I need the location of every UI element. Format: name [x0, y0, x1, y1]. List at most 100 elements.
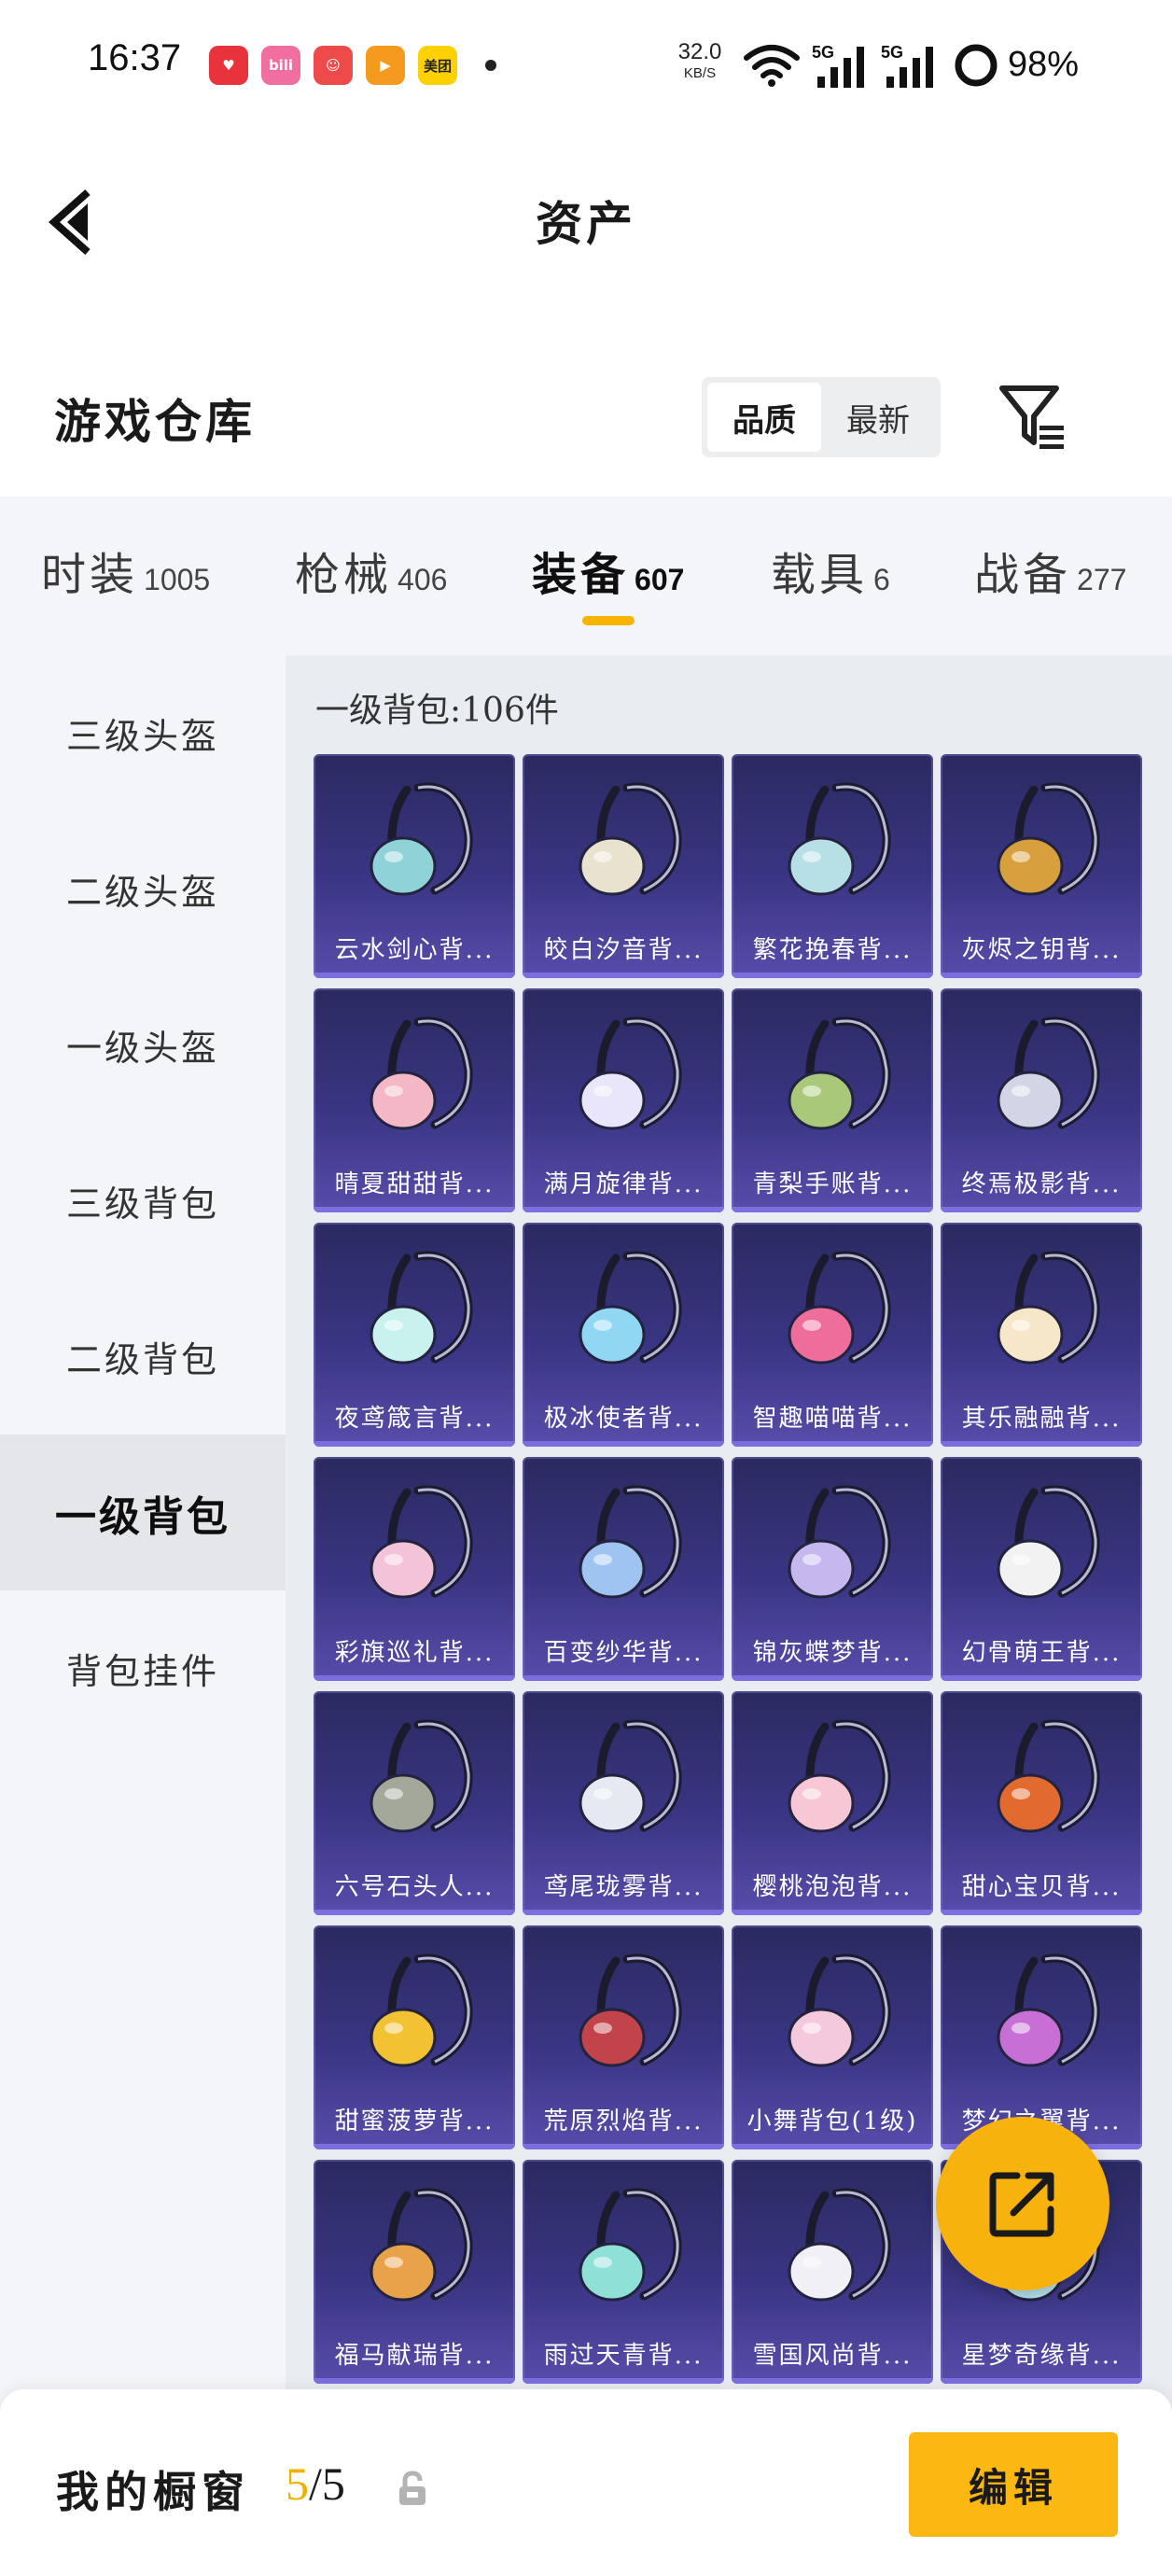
sidebar-item-level2-backpack[interactable]: 二级背包 [0, 1279, 286, 1435]
status-time: 16:37 [88, 37, 182, 78]
item-name: 小舞背包(1级) [746, 2107, 918, 2135]
network-speed-value: 32.0 [677, 39, 722, 64]
backpack-item-card[interactable]: 小舞背包(1级) [732, 1925, 933, 2149]
filter-icon[interactable] [997, 381, 1069, 454]
backpack-item-card[interactable]: 终焉极影背... [941, 988, 1142, 1212]
sort-latest-button[interactable]: 最新 [821, 383, 935, 452]
backpack-icon [579, 1251, 682, 1365]
tab-label: 枪械 [295, 549, 393, 601]
backpack-item-card[interactable]: 晴夏甜甜背... [314, 988, 515, 1212]
showcase-label: 我的橱窗 [56, 2467, 250, 2517]
showcase-total: /5 [309, 2457, 345, 2510]
backpack-icon [788, 1016, 891, 1130]
sidebar-item-level2-helmet[interactable]: 二级头盔 [0, 811, 286, 967]
item-name: 百变纱华背... [543, 1639, 704, 1667]
backpack-item-card[interactable]: 皎白汐音背... [523, 754, 724, 978]
backpack-icon [579, 1719, 682, 1833]
app-heart-icon: ♥ [209, 46, 248, 85]
network-speed: 32.0 KB/S [672, 39, 728, 81]
backpack-icon [788, 782, 891, 896]
backpack-item-card[interactable]: 雨过天青背... [523, 2160, 724, 2384]
backpack-icon [788, 2188, 891, 2302]
backpack-item-card[interactable]: 极冰使者背... [523, 1223, 724, 1447]
backpack-icon [579, 1485, 682, 1599]
backpack-item-card[interactable]: 云水剑心背... [314, 754, 515, 978]
signal-5g-icon: 5G [812, 43, 864, 88]
item-name: 晴夏甜甜背... [334, 1170, 495, 1198]
backpack-item-card[interactable]: 幻骨萌王背... [941, 1457, 1142, 1681]
item-name: 六号石头人... [334, 1873, 495, 1901]
tab-combat-gear[interactable]: 战备 277 [974, 538, 1126, 603]
backpack-item-card[interactable]: 智趣喵喵背... [732, 1223, 933, 1447]
item-name: 彩旗巡礼背... [334, 1639, 495, 1667]
edit-button[interactable]: 编辑 [909, 2432, 1118, 2537]
backpack-icon [370, 1485, 473, 1599]
tab-label: 装备 [532, 549, 630, 601]
tab-weapons[interactable]: 枪械 406 [295, 538, 447, 603]
backpack-item-card[interactable]: 福马献瑞背... [314, 2160, 515, 2384]
backpack-icon [788, 1251, 891, 1365]
item-name: 星梦奇缘背... [961, 2342, 1122, 2370]
lock-icon [399, 2471, 426, 2505]
tab-vehicles[interactable]: 载具 6 [771, 538, 890, 603]
backpack-item-card[interactable]: 其乐融融背... [941, 1223, 1142, 1447]
backpack-item-card[interactable]: 荒原烈焰背... [523, 1925, 724, 2149]
backpack-icon [997, 782, 1100, 896]
battery-percent: 98% [1008, 45, 1080, 84]
backpack-icon [788, 1719, 891, 1833]
category-tabs: 时装 1005 枪械 406 装备 607 载具 6 战备 277 [0, 497, 1172, 655]
item-name: 幻骨萌王背... [961, 1639, 1122, 1667]
backpack-item-card[interactable]: 梦幻之翼背... [941, 1925, 1142, 2149]
showcase-bar: 我的橱窗 5/5 编辑 [0, 2389, 1172, 2576]
backpack-item-card[interactable]: 青梨手账背... [732, 988, 933, 1212]
backpack-item-card[interactable]: 鸢尾珑雾背... [523, 1691, 724, 1915]
share-icon [989, 2172, 1054, 2237]
item-count-label: 一级背包:106件 [315, 692, 559, 730]
sort-quality-button[interactable]: 品质 [707, 383, 821, 452]
backpack-item-card[interactable]: 锦灰蝶梦背... [732, 1457, 933, 1681]
sidebar-item-backpack-charm[interactable]: 背包挂件 [0, 1590, 286, 1746]
backpack-item-card[interactable]: 满月旋律背... [523, 988, 724, 1212]
backpack-icon [579, 1953, 682, 2067]
page-title: 资产 [536, 196, 636, 251]
item-name: 智趣喵喵背... [752, 1405, 913, 1433]
warehouse-title: 游戏仓库 [54, 394, 256, 449]
item-name: 满月旋律背... [543, 1170, 704, 1198]
tab-equipment[interactable]: 装备 607 [532, 538, 684, 603]
item-name: 雪国风尚背... [752, 2342, 913, 2370]
backpack-item-card[interactable]: 甜心宝贝背... [941, 1691, 1142, 1915]
backpack-icon [370, 782, 473, 896]
sidebar-item-level1-helmet[interactable]: 一级头盔 [0, 967, 286, 1123]
backpack-icon [997, 1251, 1100, 1365]
bilibili-icon: bili [261, 46, 300, 85]
sidebar-item-level1-backpack[interactable]: 一级背包 [0, 1435, 286, 1590]
item-name: 锦灰蝶梦背... [752, 1639, 913, 1667]
backpack-item-card[interactable]: 繁花挽春背... [732, 754, 933, 978]
backpack-item-card[interactable]: 彩旗巡礼背... [314, 1457, 515, 1681]
sim1-label: 5G [812, 43, 834, 62]
item-name: 皎白汐音背... [543, 936, 704, 964]
backpack-item-card[interactable]: 雪国风尚背... [732, 2160, 933, 2384]
backpack-item-card[interactable]: 百变纱华背... [523, 1457, 724, 1681]
backpack-item-card[interactable]: 六号石头人... [314, 1691, 515, 1915]
item-name: 雨过天青背... [543, 2342, 704, 2370]
status-bar: 16:37 ♥ bili ☺ ▶ 美团 32.0 KB/S 5G 5G 98% [0, 0, 1172, 131]
backpack-item-card[interactable]: 灰烬之钥背... [941, 754, 1142, 978]
item-name: 鸢尾珑雾背... [543, 1873, 704, 1901]
item-name: 青梨手账背... [752, 1170, 913, 1198]
backpack-icon [579, 782, 682, 896]
active-tab-indicator [582, 616, 635, 625]
item-name: 甜心宝贝背... [961, 1873, 1122, 1901]
backpack-item-card[interactable]: 夜鸢箴言背... [314, 1223, 515, 1447]
backpack-icon [370, 2188, 473, 2302]
backpack-item-card[interactable]: 甜蜜菠萝背... [314, 1925, 515, 2149]
share-button[interactable] [936, 2117, 1109, 2290]
backpack-item-card[interactable]: 樱桃泡泡背... [732, 1691, 933, 1915]
sidebar-item-level3-helmet[interactable]: 三级头盔 [0, 655, 286, 811]
backpack-icon [370, 1953, 473, 2067]
item-name: 灰烬之钥背... [961, 936, 1122, 964]
sidebar-item-level3-backpack[interactable]: 三级背包 [0, 1123, 286, 1279]
tab-fashion[interactable]: 时装 1005 [41, 538, 210, 603]
showcase-current: 5 [286, 2457, 309, 2510]
backpack-icon [997, 1016, 1100, 1130]
